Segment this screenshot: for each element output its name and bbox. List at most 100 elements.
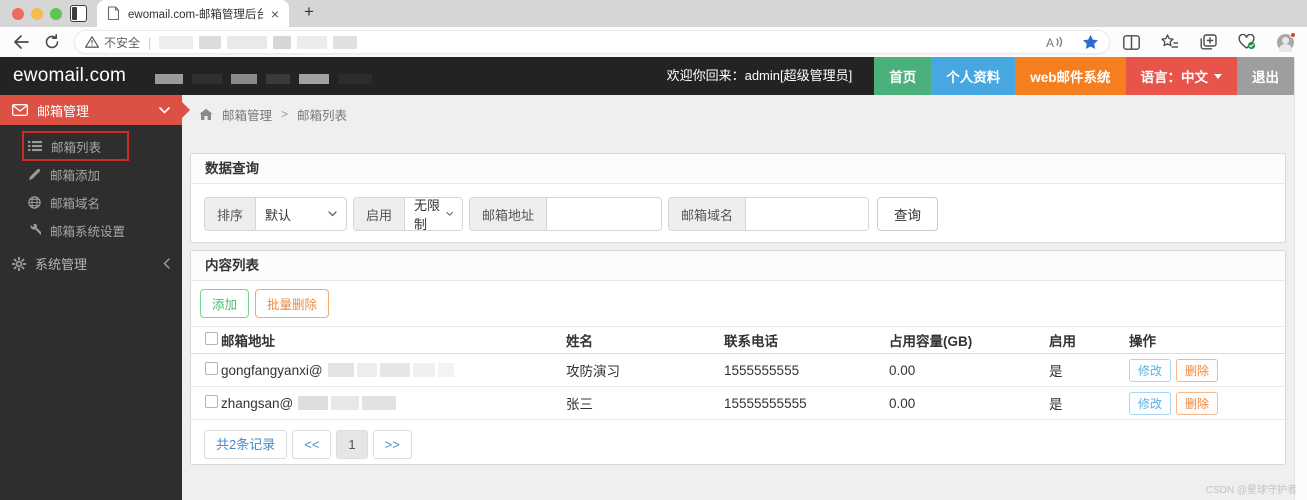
favorite-star-icon[interactable] (1082, 34, 1099, 50)
batch-delete-button[interactable]: 批量删除 (255, 289, 330, 318)
pagination-current-page[interactable]: 1 (336, 430, 368, 459)
enable-select[interactable]: 无限制 (405, 198, 462, 230)
gear-icon (12, 256, 26, 271)
header-phone: 联系电话 (724, 334, 778, 349)
sidebar-group-mail[interactable]: 邮箱管理 (0, 95, 182, 125)
refresh-icon[interactable] (44, 34, 60, 50)
tab-overview-icon[interactable] (70, 5, 87, 22)
select-all-checkbox[interactable] (205, 332, 218, 345)
sort-value: 默认 (265, 207, 292, 223)
sidebar-item-mail-list[interactable]: 邮箱列表 (0, 132, 182, 160)
nav-profile-button[interactable]: 个人资料 (931, 57, 1016, 95)
table-header-row: 邮箱地址 姓名 联系电话 占用容量(GB) 启用 操作 (191, 326, 1285, 354)
email-label: 邮箱地址 (470, 198, 548, 230)
window-zoom-button[interactable] (50, 8, 62, 20)
window-minimize-button[interactable] (31, 8, 43, 20)
sidebar-item-mail-add[interactable]: 邮箱添加 (0, 160, 182, 188)
security-warning-label: 不安全 (104, 35, 141, 50)
browser-tab-strip: ewomail.com-邮箱管理后台 × + (0, 0, 1307, 27)
watermark: CSDN @星球守护者 (1205, 485, 1297, 496)
browser-tab[interactable]: ewomail.com-邮箱管理后台 × (97, 0, 289, 27)
add-button[interactable]: 添加 (200, 289, 250, 318)
cell-name: 攻防演习 (566, 364, 620, 379)
main-content: 邮箱管理 > 邮箱列表 数据查询 排序 默认 启用 无限制 邮箱地址 邮箱域名 … (182, 95, 1294, 500)
select-chevron-icon (445, 211, 453, 216)
delete-button[interactable]: 删除 (1176, 358, 1219, 382)
breadcrumb-separator: > (281, 107, 289, 121)
row-checkbox[interactable] (205, 362, 218, 375)
nav-language-button[interactable]: 语言：中文 (1125, 57, 1237, 95)
breadcrumb-mail-manage[interactable]: 邮箱管理 (222, 105, 272, 124)
email-group: 邮箱地址 (469, 197, 662, 231)
globe-icon (28, 195, 41, 209)
cell-phone: 15555555555 (724, 395, 807, 411)
pagination-prev-button[interactable]: << (292, 430, 332, 459)
address-separator: | (148, 34, 152, 50)
sidebar-item-mail-settings[interactable]: 邮箱系统设置 (0, 216, 182, 244)
list-icon (28, 141, 42, 152)
window-close-button[interactable] (12, 8, 24, 20)
sort-select[interactable]: 默认 (256, 198, 346, 230)
breadcrumb: 邮箱管理 > 邮箱列表 (182, 95, 1294, 133)
address-bar[interactable]: 不安全 | A (74, 30, 1110, 54)
app-logo[interactable]: ewomail.com (0, 57, 126, 95)
collections-icon[interactable] (1161, 34, 1179, 50)
cell-capacity: 0.00 (889, 362, 916, 378)
enable-value: 无限制 (414, 198, 441, 231)
header-email: 邮箱地址 (221, 334, 275, 349)
chevron-down-icon (159, 106, 170, 113)
domain-input[interactable] (746, 198, 868, 230)
nav-logout-button[interactable]: 退出 (1237, 57, 1294, 95)
table-row: zhangsan@ 张三 15555555555 0.00 是 修改 删除 (191, 387, 1285, 420)
pagination-next-button[interactable]: >> (372, 430, 412, 459)
header-enabled: 启用 (1049, 334, 1076, 349)
nav-profile-label: 个人资料 (946, 70, 1001, 85)
active-menu-arrow (182, 102, 190, 118)
new-tab-button[interactable]: + (298, 2, 320, 22)
sidebar-item-mail-domain[interactable]: 邮箱域名 (0, 188, 182, 216)
tab-groups-icon[interactable] (1200, 34, 1217, 50)
query-panel-title: 数据查询 (191, 154, 1285, 184)
row-checkbox[interactable] (205, 395, 218, 408)
nav-webmail-label: web邮件系统 (1030, 70, 1111, 85)
enable-group: 启用 无限制 (353, 197, 463, 231)
profile-avatar[interactable] (1277, 31, 1296, 52)
nav-home-button[interactable]: 首页 (874, 57, 932, 95)
cell-email: gongfangyanxi@ (221, 362, 323, 378)
read-aloud-icon[interactable]: A (1045, 35, 1064, 50)
delete-button[interactable]: 删除 (1176, 391, 1219, 415)
list-panel-title: 内容列表 (191, 251, 1285, 281)
split-screen-icon[interactable] (1123, 34, 1140, 50)
redacted-bookmarks (155, 74, 372, 84)
nav-webmail-button[interactable]: web邮件系统 (1015, 57, 1126, 95)
edit-button[interactable]: 修改 (1129, 358, 1172, 382)
cell-enabled: 是 (1049, 364, 1063, 379)
header-actions: 操作 (1129, 334, 1156, 349)
site-security-badge[interactable]: 不安全 (85, 34, 140, 51)
select-chevron-icon (328, 211, 337, 217)
email-input[interactable] (547, 198, 661, 230)
back-icon[interactable] (12, 34, 29, 50)
table-row: gongfangyanxi@ 攻防演习 1555555555 0.00 是 修改… (191, 354, 1285, 387)
sidebar: 邮箱管理 邮箱列表 邮箱添加 邮箱域名 邮箱系统设置 系统管理 (0, 95, 182, 500)
sidebar-item-mail-list-label: 邮箱列表 (51, 140, 102, 155)
sidebar-group-system-label: 系统管理 (35, 257, 88, 272)
breadcrumb-mail-list[interactable]: 邮箱列表 (297, 105, 347, 124)
edit-button[interactable]: 修改 (1129, 391, 1172, 415)
search-button[interactable]: 查询 (877, 197, 938, 231)
sidebar-item-mail-add-label: 邮箱添加 (50, 168, 101, 183)
home-icon[interactable] (199, 108, 213, 121)
pagination: 共2条记录 << 1 >> (191, 420, 1285, 459)
page-scrollbar[interactable] (1294, 57, 1307, 500)
sidebar-item-mail-domain-label: 邮箱域名 (50, 196, 101, 211)
nav-logout-label: 退出 (1252, 70, 1279, 85)
sidebar-group-system[interactable]: 系统管理 (0, 249, 182, 278)
header-capacity: 占用容量(GB) (889, 334, 973, 349)
tab-close-icon[interactable]: × (271, 7, 279, 21)
sidebar-group-mail-label: 邮箱管理 (37, 103, 90, 119)
browser-essentials-icon[interactable] (1238, 34, 1256, 50)
svg-text:A: A (1046, 36, 1054, 50)
pencil-icon (29, 168, 41, 180)
warning-triangle-icon (85, 36, 99, 48)
cell-phone: 1555555555 (724, 362, 800, 378)
